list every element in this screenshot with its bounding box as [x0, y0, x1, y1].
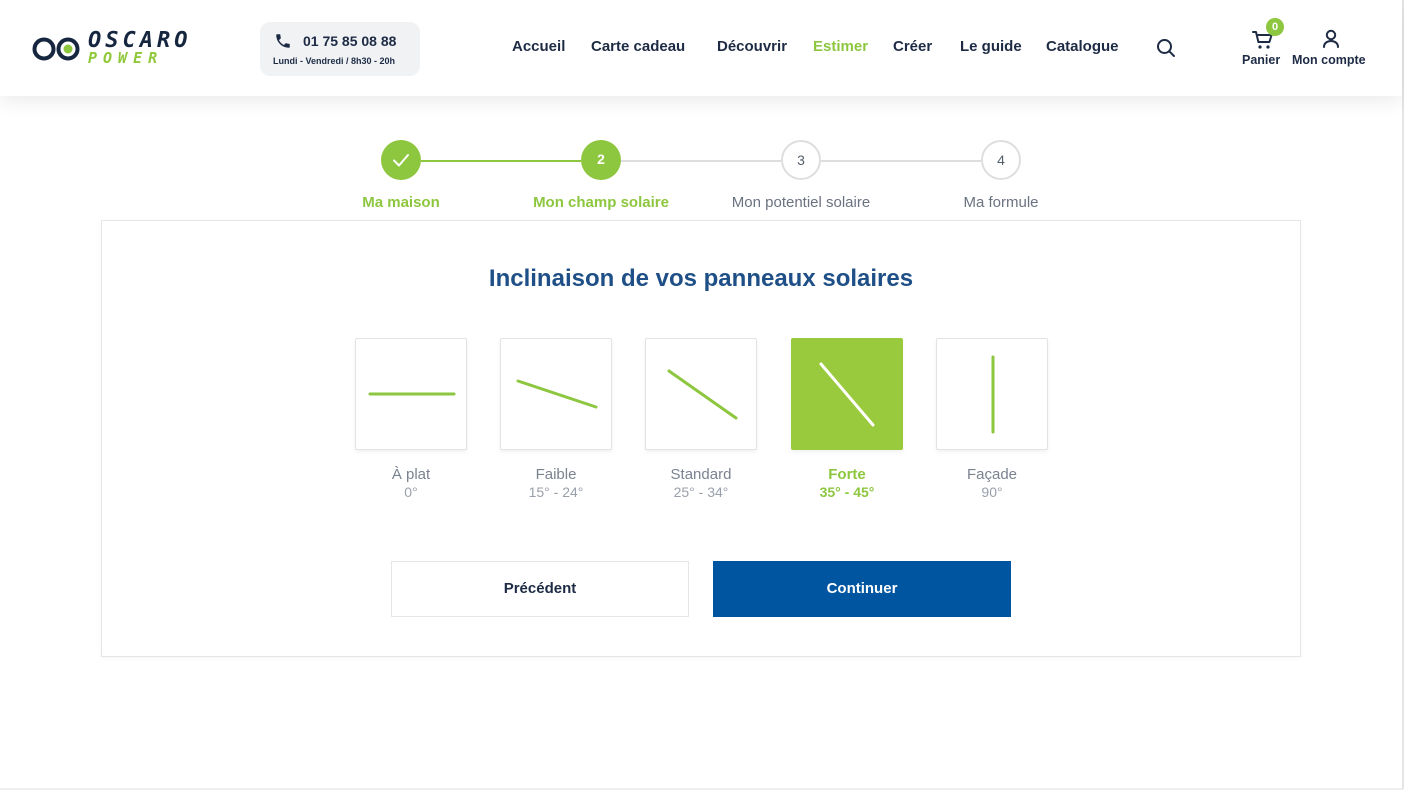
tilt-option-flat[interactable]: À plat 0°	[355, 338, 467, 510]
nav-item-carte-cadeau[interactable]: Carte cadeau	[591, 38, 685, 55]
tilt-option-low-box[interactable]	[500, 338, 612, 450]
tilt-option-standard[interactable]: Standard 25° - 34°	[645, 338, 757, 510]
step-2-circle: 2	[581, 140, 621, 180]
tilt-option-flat-label: À plat	[391, 466, 431, 483]
step-2-label: Mon champ solaire	[533, 194, 669, 211]
brand-subname: POWER	[88, 49, 164, 67]
phone-icon	[276, 34, 290, 48]
nav-item-creer[interactable]: Créer	[893, 38, 932, 55]
step-4-circle: 4	[981, 140, 1021, 180]
step-connector-2	[621, 160, 781, 162]
cart-label: Panier	[1242, 53, 1281, 67]
tilt-option-facade[interactable]: Façade 90°	[936, 338, 1048, 510]
user-icon	[1323, 29, 1339, 48]
tilt-option-low-label: Faible	[535, 466, 577, 483]
site-header: OSCARO POWER 01 75 85 08 88 Lundi - Vend…	[0, 0, 1402, 96]
phone-number: 01 75 85 08 88	[303, 33, 397, 49]
phone-hours: Lundi - Vendredi / 8h30 - 20h	[273, 56, 396, 66]
tilt-option-facade-label: Façade	[966, 466, 1018, 483]
continue-button[interactable]: Continuer	[713, 561, 1011, 617]
nav-item-accueil[interactable]: Accueil	[512, 38, 565, 55]
tilt-option-strong[interactable]: Forte 35° - 45°	[791, 338, 903, 510]
account-button[interactable]: Mon compte	[1290, 28, 1374, 72]
form-title: Inclinaison de vos panneaux solaires	[488, 265, 914, 292]
tilt-option-facade-range: 90°	[981, 484, 1003, 500]
step-4-label: Ma formule	[963, 194, 1039, 211]
nav-item-catalogue[interactable]: Catalogue	[1046, 38, 1119, 55]
step-1-label[interactable]: Ma maison	[291, 194, 511, 211]
nav-item-decouvrir[interactable]: Découvrir	[717, 38, 787, 55]
tilt-option-low-range: 15° - 24°	[528, 484, 584, 500]
step-1-circle[interactable]	[381, 140, 421, 180]
tilt-option-flat-range: 0°	[404, 484, 418, 500]
standard-tilt-icon	[667, 369, 738, 420]
tilt-form-card: Inclinaison de vos panneaux solaires À p…	[101, 220, 1301, 657]
tilt-option-standard-label: Standard	[670, 466, 732, 483]
search-button[interactable]	[1156, 38, 1176, 58]
cart-button[interactable]: 0 Panier	[1240, 18, 1286, 72]
previous-button[interactable]: Précédent	[391, 561, 689, 617]
tilt-option-strong-range: 35° - 45°	[819, 484, 875, 500]
infinity-logo-icon	[32, 37, 80, 61]
low-tilt-icon	[516, 379, 598, 409]
tilt-option-strong-box[interactable]	[791, 338, 903, 450]
nav-item-le-guide[interactable]: Le guide	[960, 38, 1022, 55]
tilt-option-facade-box[interactable]	[936, 338, 1048, 450]
progress-stepper: 2 3 4 Ma maison Mon champ solaire Mon po…	[0, 140, 1402, 216]
strong-tilt-icon	[819, 362, 875, 427]
nav-item-estimer[interactable]: Estimer	[813, 38, 868, 55]
account-label: Mon compte	[1292, 53, 1366, 67]
step-connector-3	[821, 160, 981, 162]
step-connector-1	[421, 160, 581, 162]
step-3-circle: 3	[781, 140, 821, 180]
tilt-option-standard-box[interactable]	[645, 338, 757, 450]
tilt-option-strong-label: Forte	[828, 466, 866, 483]
step-3-label: Mon potentiel solaire	[731, 194, 871, 211]
tilt-option-standard-range: 25° - 34°	[673, 484, 729, 500]
contact-phone-box[interactable]: 01 75 85 08 88 Lundi - Vendredi / 8h30 -…	[260, 22, 420, 76]
facade-tilt-icon	[991, 355, 995, 434]
tilt-option-low[interactable]: Faible 15° - 24°	[500, 338, 612, 510]
check-icon	[393, 154, 409, 167]
tilt-option-flat-box[interactable]	[355, 338, 467, 450]
cart-count-badge: 0	[1266, 18, 1284, 36]
flat-tilt-icon	[368, 392, 456, 396]
brand-logo[interactable]: OSCARO POWER	[32, 30, 222, 70]
search-icon	[1157, 39, 1175, 57]
